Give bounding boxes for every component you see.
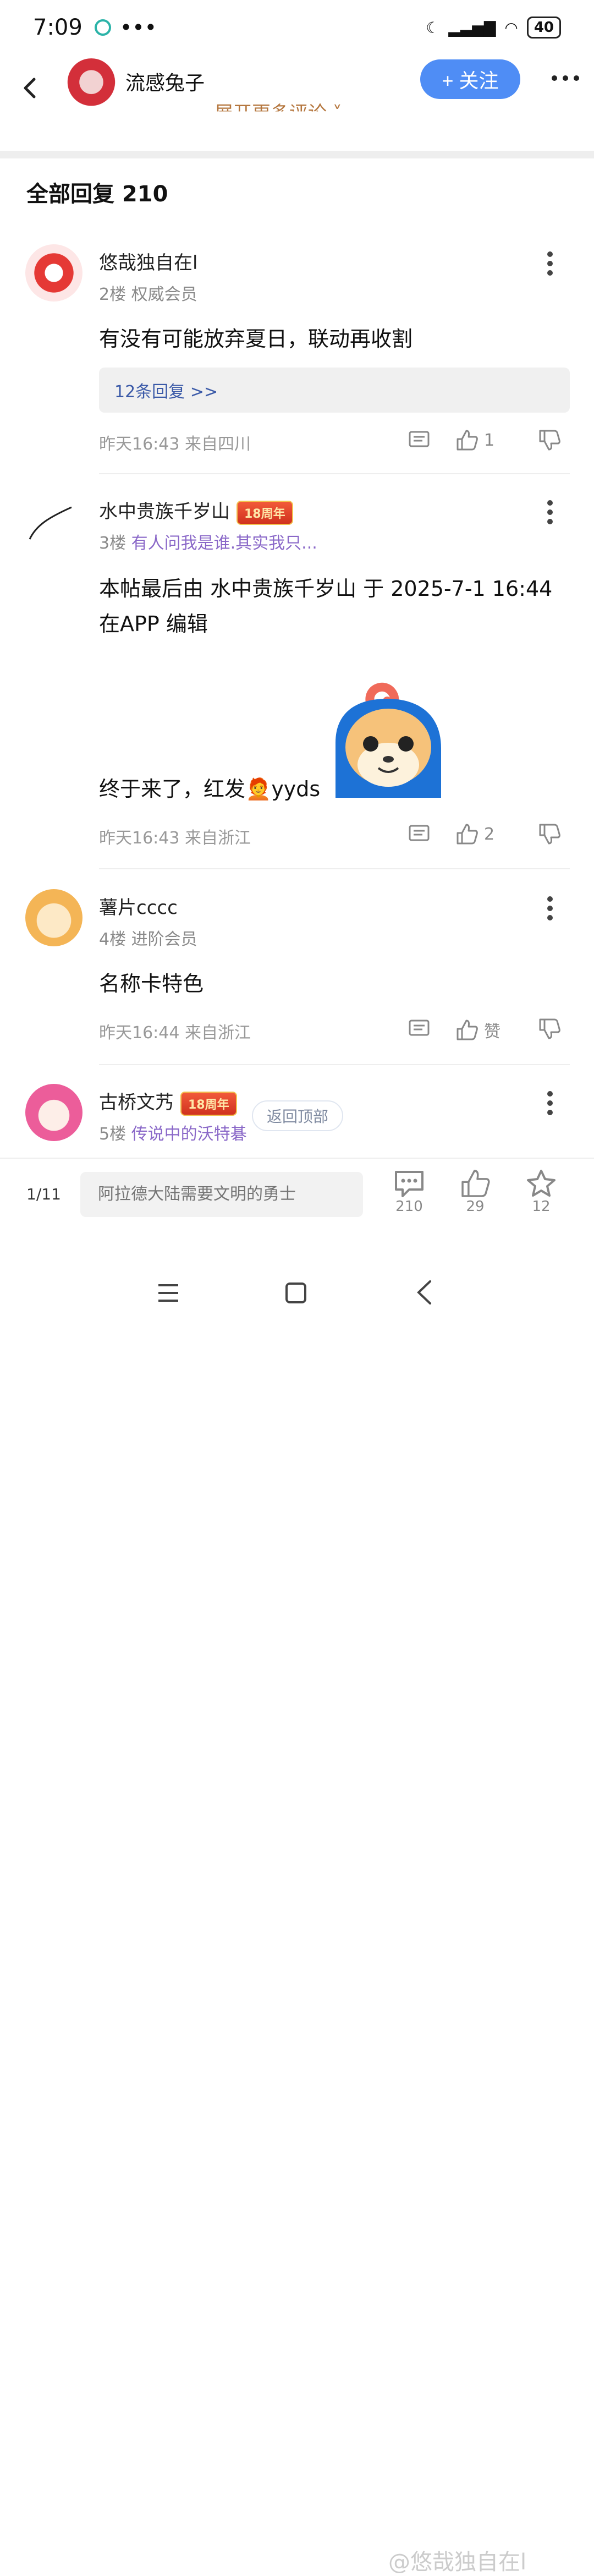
- back-to-top-button[interactable]: 返回顶部: [252, 1100, 343, 1131]
- thumbs-up-icon: [461, 1170, 490, 1197]
- reply-floor-info: 5楼 传说中的沃特碁: [99, 1120, 247, 1144]
- member-title: 传说中的沃特碁: [131, 1125, 247, 1144]
- avatar[interactable]: [25, 493, 82, 550]
- page-indicator[interactable]: 1/11: [26, 1185, 61, 1203]
- anniversary-badge: 18周年: [180, 1091, 237, 1116]
- like-post-button[interactable]: 29: [453, 1169, 497, 1215]
- reply-username[interactable]: 悠哉独自在l: [99, 248, 197, 275]
- reply-username-row: 水中贵族千岁山 18周年: [99, 496, 293, 525]
- post-like-count: 29: [466, 1198, 485, 1215]
- system-nav-bar: @悠哉独自在l: [0, 1265, 594, 2575]
- signal-icon: ▂▃▅▇: [448, 18, 496, 37]
- reply-meta: 昨天16:43 来自四川: [99, 435, 251, 454]
- row-divider: [99, 473, 570, 474]
- comment-icon: [409, 825, 430, 841]
- all-replies-title: 全部回复 210: [26, 182, 168, 207]
- dislike-button[interactable]: [538, 823, 561, 845]
- reply-username[interactable]: 古桥文艿: [99, 1092, 174, 1114]
- more-notifications: •••: [119, 15, 157, 40]
- reply-content: 名称卡特色: [99, 972, 204, 996]
- reply-meta: 昨天16:44 来自浙江: [99, 1023, 251, 1043]
- wifi-icon: ◠: [504, 18, 518, 37]
- comment-icon: [409, 1020, 430, 1036]
- kebab-menu-icon[interactable]: [544, 500, 556, 525]
- thumbs-down-icon: [539, 1018, 560, 1039]
- kebab-menu-icon[interactable]: [544, 896, 556, 921]
- comments-count-button[interactable]: 210: [387, 1169, 431, 1215]
- dislike-button[interactable]: [538, 1018, 561, 1040]
- comment-bubble-icon: [395, 1171, 424, 1197]
- menu-icon[interactable]: [157, 1283, 179, 1303]
- sticker-image[interactable]: [332, 682, 444, 798]
- favorite-button[interactable]: 12: [519, 1169, 563, 1215]
- author-name[interactable]: 流感兔子: [125, 67, 205, 96]
- favorite-count: 12: [532, 1198, 551, 1215]
- like-button[interactable]: 2: [455, 823, 494, 845]
- follow-button[interactable]: + 关注: [420, 59, 520, 99]
- like-button[interactable]: 1: [455, 429, 494, 451]
- clock: 7:09: [33, 15, 82, 40]
- thumbs-down-icon: [539, 430, 560, 451]
- author-avatar[interactable]: [65, 58, 118, 111]
- like-count: 2: [484, 824, 495, 844]
- like-count: 1: [484, 430, 495, 450]
- dislike-button[interactable]: [538, 429, 561, 451]
- like-button[interactable]: 赞: [455, 1018, 501, 1042]
- section-divider: [0, 151, 594, 158]
- reply-username[interactable]: 水中贵族千岁山: [99, 501, 230, 523]
- reply-meta: 昨天16:43 来自浙江: [99, 829, 251, 848]
- reply-floor-info: 4楼 进阶会员: [99, 925, 197, 950]
- thumbs-up-icon: [457, 1020, 478, 1040]
- like-label: 赞: [484, 1022, 501, 1042]
- row-divider: [99, 1064, 570, 1065]
- comment-button[interactable]: [408, 1018, 430, 1040]
- thumbs-up-icon: [457, 430, 478, 451]
- home-icon[interactable]: [285, 1282, 307, 1304]
- comment-icon: [409, 431, 430, 447]
- thumbs-down-icon: [539, 824, 560, 845]
- floor-number: 4楼: [99, 930, 127, 949]
- reply-content: 有没有可能放弃夏日，联动再收割: [99, 327, 413, 351]
- status-bar: 7:09 ••• ☾ ▂▃▅▇ ◠ 40: [0, 0, 594, 55]
- reply-floor-info: 2楼 权威会员: [99, 281, 197, 305]
- thumbs-up-icon: [457, 824, 478, 845]
- avatar[interactable]: [25, 244, 82, 302]
- reply-floor-info: 3楼 有人问我是谁.其实我只...: [99, 529, 317, 553]
- more-options-icon[interactable]: [550, 72, 581, 85]
- member-rank: 进阶会员: [131, 930, 197, 949]
- floor-number: 3楼: [99, 534, 127, 553]
- member-rank: 权威会员: [131, 285, 197, 304]
- reply-username-row: 古桥文艿 18周年: [99, 1087, 237, 1116]
- reply-content-line: 在APP 编辑: [99, 612, 208, 636]
- avatar[interactable]: [25, 889, 82, 946]
- reply-content-line: 终于来了，红发🧑‍🦰yyds: [99, 777, 321, 801]
- anniversary-badge: 18周年: [237, 500, 293, 525]
- back-arrow-icon[interactable]: [20, 77, 42, 99]
- view-replies-link[interactable]: 12条回复 >>: [99, 368, 570, 413]
- star-icon: [527, 1170, 556, 1197]
- comment-button[interactable]: [408, 429, 430, 451]
- reply-username[interactable]: 薯片cccc: [99, 892, 178, 919]
- floor-number: 2楼: [99, 285, 127, 304]
- moon-icon: ☾: [426, 18, 440, 37]
- comments-count: 210: [395, 1198, 423, 1215]
- nav-back-icon[interactable]: [416, 1280, 432, 1305]
- comment-input[interactable]: [80, 1172, 363, 1217]
- floor-number: 5楼: [99, 1125, 127, 1144]
- kebab-menu-icon[interactable]: [544, 251, 556, 276]
- watermark: @悠哉独自在l: [388, 2550, 527, 2575]
- status-icons: ☾ ▂▃▅▇ ◠ 40: [426, 17, 561, 39]
- kebab-menu-icon[interactable]: [544, 1090, 556, 1116]
- notification-icon: [94, 19, 111, 36]
- avatar[interactable]: [25, 1084, 82, 1141]
- row-divider: [99, 868, 570, 869]
- reply-content-line: 本帖最后由 水中贵族千岁山 于 2025-7-1 16:44: [99, 577, 553, 601]
- battery-indicator: 40: [526, 17, 561, 39]
- member-title: 有人问我是谁.其实我只...: [131, 534, 317, 553]
- comment-button[interactable]: [408, 823, 430, 845]
- bottom-action-bar: 1/11 210 29 12: [0, 1158, 594, 1238]
